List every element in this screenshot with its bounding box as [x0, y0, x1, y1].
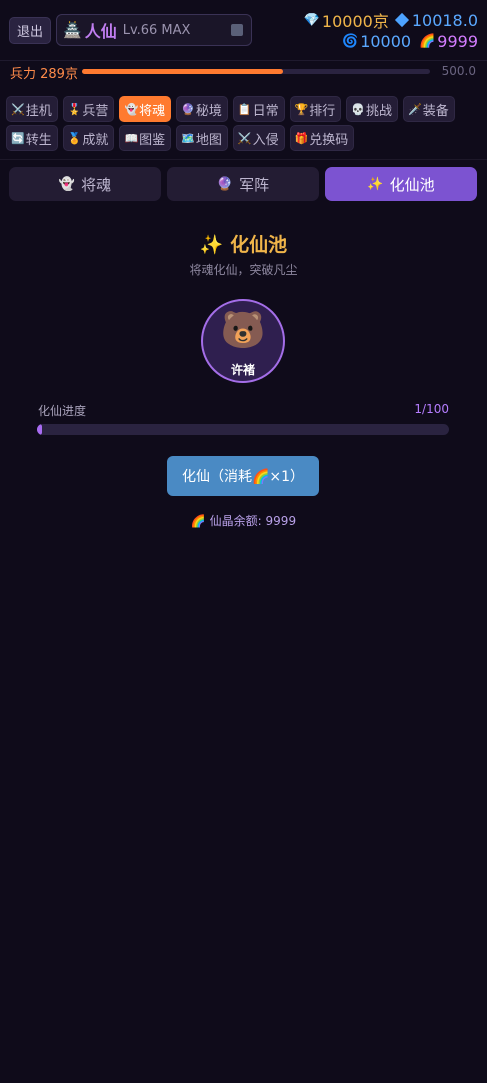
sub-tabs: 👻 将魂 🔮 军阵 ✨ 化仙池	[9, 167, 477, 201]
general-avatar[interactable]: 🐻 许褚	[201, 299, 285, 383]
main-nav: ⚔️ 挂机 🎖️ 兵营 👻 将魂 🔮 秘境 📋 日常 🏆 排行 💀 挑战 🗡️ 装备 🔄 转生 🏅…	[6, 96, 482, 154]
nav-challenge[interactable]: 💀 挑战	[346, 96, 399, 122]
bear-icon: 🐻	[220, 310, 266, 351]
gem-icon: 💎	[303, 12, 320, 28]
nav-rebirth[interactable]: 🔄 转生	[6, 125, 58, 151]
general-name: 许褚	[230, 363, 255, 377]
nav-equipment[interactable]: 🗡️ 装备	[403, 96, 455, 122]
clipboard-icon: 📋	[237, 102, 252, 116]
nav-invasion-label: 入侵	[252, 132, 279, 148]
pagoda-icon: 🏯	[63, 21, 82, 39]
map-icon: 🗺️	[181, 131, 195, 145]
nav-daily[interactable]: 📋 日常	[232, 96, 285, 122]
nav-ranking[interactable]: 🏆 排行	[289, 96, 342, 122]
nav-redeem-code[interactable]: 🎁 兑换码	[289, 125, 355, 151]
spiral-icon: 🌀	[342, 34, 359, 49]
nav-codex-label: 图鉴	[139, 132, 166, 148]
diamond-icon	[394, 12, 409, 28]
nav-achievement-label: 成就	[82, 132, 109, 148]
diamond-resource: 10018.0	[394, 10, 478, 30]
gem-value: 10000京	[321, 12, 389, 31]
nav-row-2: 🔄 转生 🏅 成就 📖 图鉴 🗺️ 地图 ⚔️ 入侵 🎁 兑换码	[6, 125, 482, 151]
nav-general-soul-label: 将魂	[139, 103, 166, 119]
ghost-icon: 👻	[58, 176, 76, 192]
achievement-medal-icon: 🏅	[67, 131, 82, 145]
rank-level: Lv.66 MAX	[122, 22, 191, 38]
nav-equipment-label: 装备	[422, 103, 449, 119]
nav-general-soul[interactable]: 👻 将魂	[119, 96, 172, 122]
trophy-icon: 🏆	[294, 102, 309, 116]
power-bar-row: 兵力 289京 500.0	[0, 60, 487, 82]
nav-map[interactable]: 🗺️ 地图	[176, 125, 228, 151]
medal-icon: 🎖️	[67, 102, 82, 116]
power-progress-fill	[82, 69, 284, 74]
nav-achievement[interactable]: 🏅 成就	[62, 125, 115, 151]
pool-subtitle: 将魂化仙，突破凡尘	[189, 263, 298, 277]
dagger-icon: 🗡️	[408, 102, 422, 116]
top-header: 退出 🏯 人仙 Lv.66 MAX 💎 10000京 10018.0 🌀 100…	[0, 0, 487, 58]
spiral-resource: 🌀 10000	[342, 32, 411, 51]
nav-codex[interactable]: 📖 图鉴	[119, 125, 172, 151]
rank-name: 人仙	[84, 22, 117, 41]
gift-icon: 🎁	[294, 131, 309, 145]
tab-formation-label: 军阵	[239, 175, 270, 194]
progress-fill	[37, 424, 42, 435]
nav-daily-label: 日常	[252, 103, 279, 119]
nav-secret-realm[interactable]: 🔮 秘境	[176, 96, 228, 122]
swords-icon: ⚔️	[11, 102, 25, 116]
progress-count: 1/100	[414, 402, 449, 416]
spiral-value: 10000	[360, 32, 412, 51]
rainbow-value: 9999	[437, 32, 478, 51]
nav-invasion[interactable]: ⚔️ 入侵	[232, 125, 285, 151]
diamond-value: 10018.0	[411, 10, 478, 30]
pool-title: ✨ 化仙池	[199, 234, 288, 256]
app-root: 退出 🏯 人仙 Lv.66 MAX 💎 10000京 10018.0 🌀 100…	[0, 0, 487, 1083]
power-max: 500.0	[441, 64, 476, 78]
nav-row-1: ⚔️ 挂机 🎖️ 兵营 👻 将魂 🔮 秘境 📋 日常 🏆 排行 💀 挑战 🗡️ 装备	[6, 96, 482, 122]
sparkles-icon: ✨	[367, 176, 384, 192]
nav-idle-label: 挂机	[25, 103, 52, 119]
tab-formation[interactable]: 🔮 军阵	[167, 167, 319, 201]
crystal-ball-icon: 🔮	[216, 176, 234, 192]
rainbow-icon: 🌈	[419, 34, 436, 49]
nav-redeem-code-label: 兑换码	[309, 132, 349, 148]
nav-barracks-label: 兵营	[82, 103, 109, 119]
crystal-balance: 🌈 仙晶余额: 9999	[190, 514, 297, 528]
resource-row-2: 🌀 10000 🌈 9999	[334, 32, 478, 51]
crossed-swords-icon: ⚔️	[237, 131, 252, 145]
logout-button[interactable]: 退出	[9, 17, 51, 44]
progress-track	[37, 424, 449, 435]
nav-divider	[0, 159, 487, 160]
gem-resource: 💎 10000京	[304, 8, 389, 32]
crystal-ball-icon: 🔮	[181, 102, 195, 116]
rank-panel: 🏯 人仙 Lv.66 MAX	[56, 14, 252, 46]
skull-icon: 💀	[351, 102, 366, 116]
progress-label: 化仙进度	[38, 404, 87, 418]
rank-detail-icon[interactable]	[231, 24, 243, 36]
nav-ranking-label: 排行	[309, 103, 336, 119]
nav-rebirth-label: 转生	[25, 132, 52, 148]
tab-immortal-pool-label: 化仙池	[389, 175, 435, 194]
nav-map-label: 地图	[195, 132, 222, 148]
resource-row-1: 💎 10000京 10018.0	[296, 8, 478, 32]
nav-challenge-label: 挑战	[366, 103, 393, 119]
tab-general-soul-label: 将魂	[81, 175, 112, 194]
power-progress-track	[82, 69, 430, 74]
nav-barracks[interactable]: 🎖️ 兵营	[62, 96, 115, 122]
ascend-button[interactable]: 化仙（消耗🌈×1）	[167, 456, 319, 496]
rebirth-icon: 🔄	[11, 131, 25, 145]
book-icon: 📖	[124, 131, 139, 145]
tab-general-soul[interactable]: 👻 将魂	[9, 167, 161, 201]
rainbow-resource: 🌈 9999	[419, 32, 478, 51]
nav-secret-realm-label: 秘境	[195, 103, 222, 119]
power-label: 兵力 289京	[10, 67, 78, 82]
ghost-icon: 👻	[124, 102, 139, 116]
nav-idle[interactable]: ⚔️ 挂机	[6, 96, 58, 122]
tab-immortal-pool[interactable]: ✨ 化仙池	[325, 167, 477, 201]
